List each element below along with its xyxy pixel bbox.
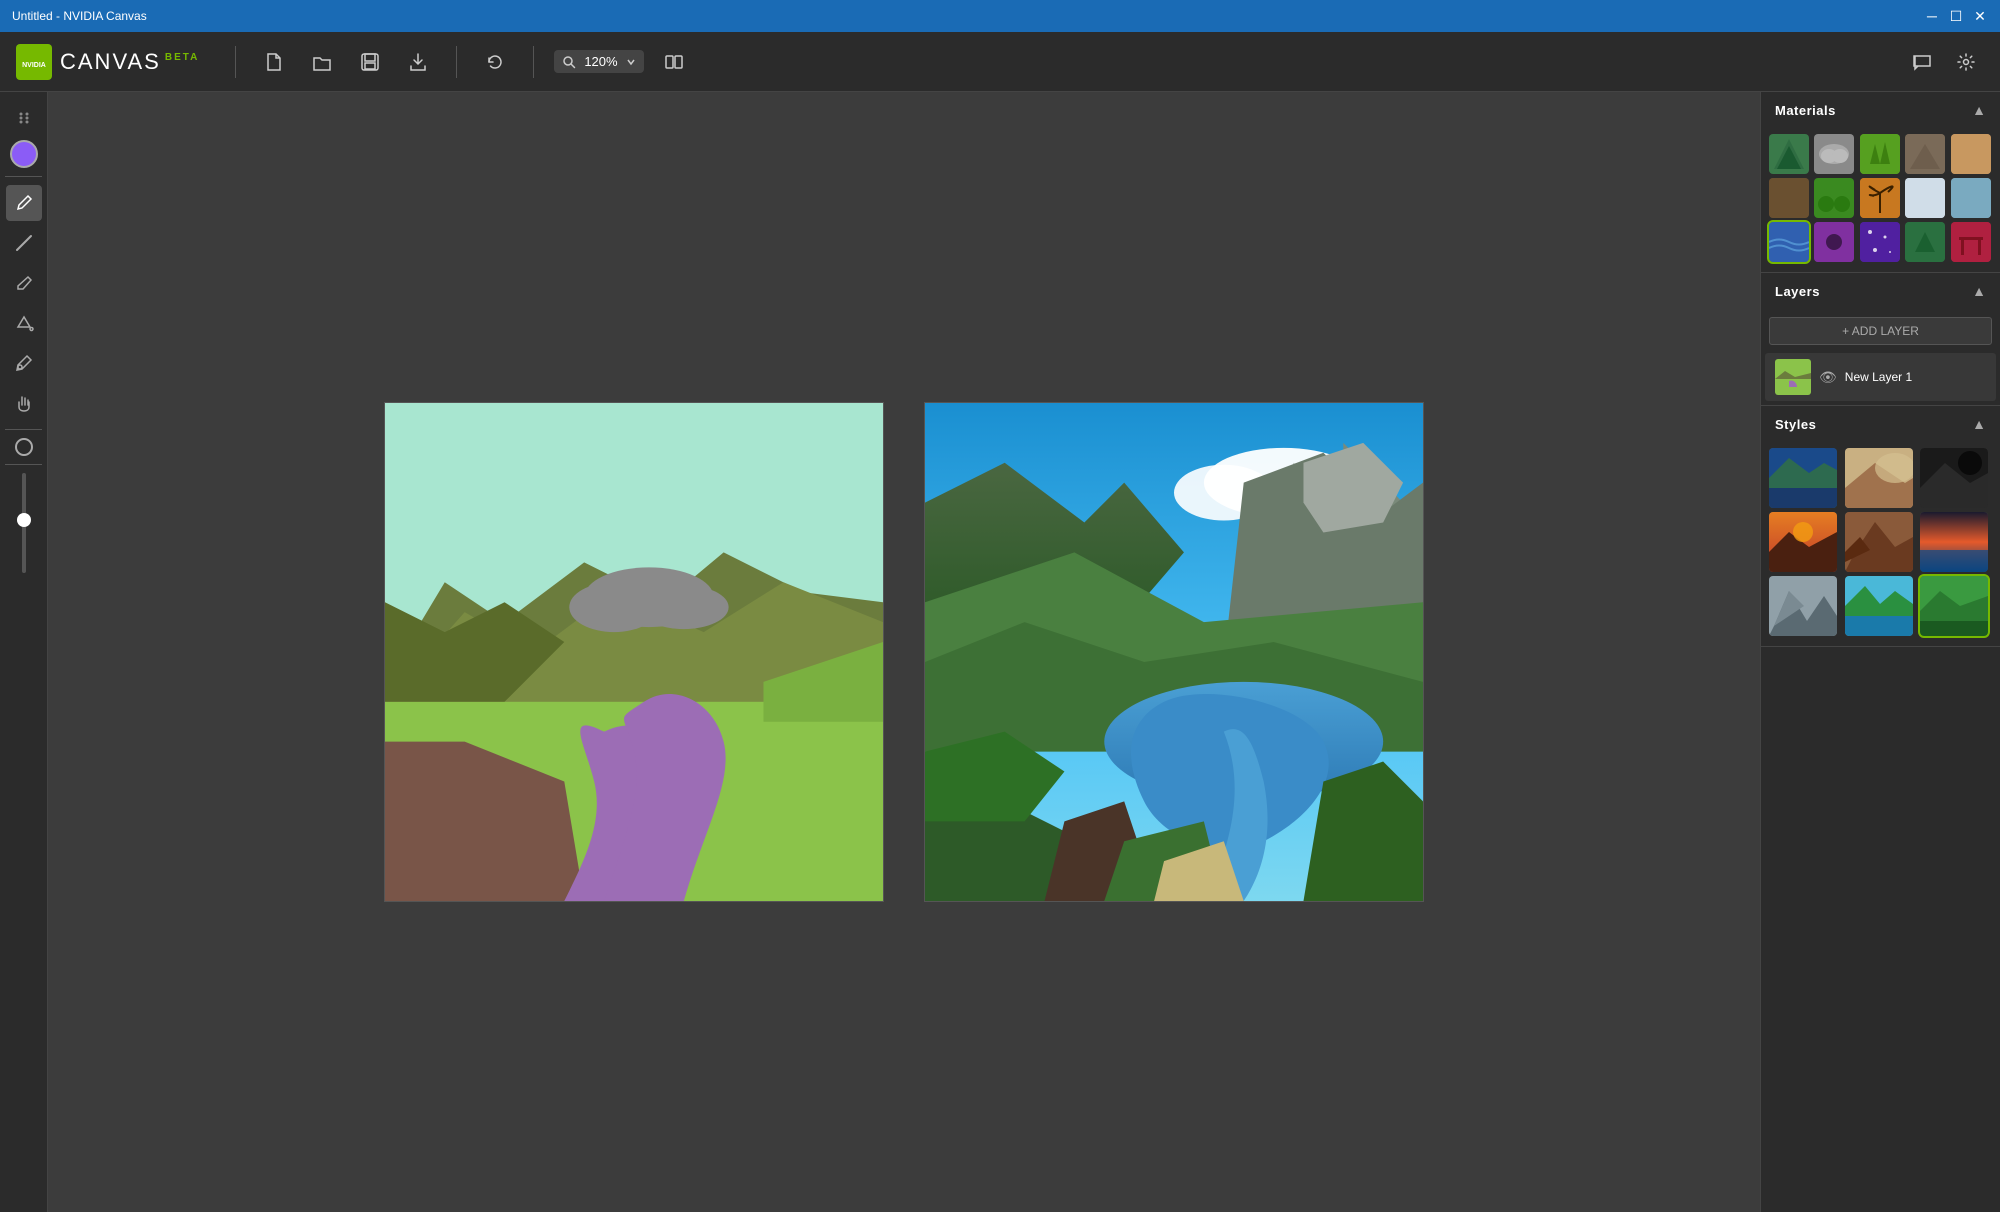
material-purple[interactable] bbox=[1814, 222, 1854, 262]
window-title: Untitled - NVIDIA Canvas bbox=[12, 9, 147, 23]
tool-separator-1 bbox=[5, 176, 43, 177]
toolbar-separator-3 bbox=[533, 46, 534, 78]
style-mountain-blue[interactable] bbox=[1769, 448, 1837, 508]
tool-separator-3 bbox=[5, 464, 43, 465]
eraser-tool-button[interactable] bbox=[6, 265, 42, 301]
material-dirt[interactable] bbox=[1769, 178, 1809, 218]
zoom-value: 120% bbox=[584, 54, 617, 69]
material-snow[interactable] bbox=[1905, 178, 1945, 218]
zoom-control[interactable]: 120% bbox=[554, 50, 643, 73]
logo-area: NVIDIA CANVASBETA bbox=[16, 44, 199, 80]
maximize-button[interactable]: ☐ bbox=[1948, 8, 1964, 24]
brush-size-slider[interactable] bbox=[22, 473, 26, 573]
materials-header[interactable]: Materials ▲ bbox=[1761, 92, 2000, 128]
layer-thumbnail bbox=[1775, 359, 1811, 395]
minimize-button[interactable]: ─ bbox=[1924, 8, 1940, 24]
material-sand[interactable] bbox=[1951, 134, 1991, 174]
undo-button[interactable] bbox=[477, 44, 513, 80]
layer-name: New Layer 1 bbox=[1845, 370, 1986, 384]
material-sparkle[interactable] bbox=[1860, 222, 1900, 262]
rendered-canvas[interactable] bbox=[924, 402, 1424, 902]
new-file-button[interactable] bbox=[256, 44, 292, 80]
styles-chevron: ▲ bbox=[1972, 416, 1986, 432]
styles-section: Styles ▲ bbox=[1761, 406, 2000, 647]
close-button[interactable]: ✕ bbox=[1972, 8, 1988, 24]
brush-size-thumb[interactable] bbox=[17, 513, 31, 527]
style-ocean-sunset[interactable] bbox=[1920, 512, 1988, 572]
right-panel: Materials ▲ bbox=[1760, 92, 2000, 1212]
styles-grid bbox=[1761, 442, 2000, 646]
feedback-button[interactable] bbox=[1904, 44, 1940, 80]
style-coastal[interactable] bbox=[1845, 576, 1913, 636]
line-tool-button[interactable] bbox=[6, 225, 42, 261]
app-title: CANVASBETA bbox=[60, 49, 199, 75]
style-dark[interactable] bbox=[1920, 448, 1988, 508]
materials-title: Materials bbox=[1775, 103, 1836, 118]
materials-grid bbox=[1761, 128, 2000, 272]
toolbar-separator-2 bbox=[456, 46, 457, 78]
left-toolbar bbox=[0, 92, 48, 1212]
material-rock[interactable] bbox=[1905, 134, 1945, 174]
styles-title: Styles bbox=[1775, 417, 1816, 432]
materials-section: Materials ▲ bbox=[1761, 92, 2000, 273]
settings-button[interactable] bbox=[1948, 44, 1984, 80]
layers-header[interactable]: Layers ▲ bbox=[1761, 273, 2000, 309]
style-grey-peaks[interactable] bbox=[1769, 576, 1837, 636]
material-torii[interactable] bbox=[1951, 222, 1991, 262]
style-desert[interactable] bbox=[1845, 448, 1913, 508]
styles-header[interactable]: Styles ▲ bbox=[1761, 406, 2000, 442]
material-bush[interactable] bbox=[1814, 178, 1854, 218]
style-sunset[interactable] bbox=[1769, 512, 1837, 572]
color-swatch[interactable] bbox=[10, 140, 38, 168]
material-grass-1[interactable] bbox=[1860, 134, 1900, 174]
style-meadow[interactable] bbox=[1920, 576, 1988, 636]
add-layer-button[interactable]: + ADD LAYER bbox=[1769, 317, 1992, 345]
material-cloud[interactable] bbox=[1814, 134, 1854, 174]
segmentation-canvas[interactable] bbox=[384, 402, 884, 902]
compare-button[interactable] bbox=[656, 44, 692, 80]
brush-size-indicator bbox=[15, 438, 33, 456]
style-red-rocks[interactable] bbox=[1845, 512, 1913, 572]
canvas-area bbox=[48, 92, 1760, 1212]
toolbar: NVIDIA CANVASBETA 120% bbox=[0, 32, 2000, 92]
save-file-button[interactable] bbox=[352, 44, 388, 80]
material-fog[interactable] bbox=[1951, 178, 1991, 218]
pan-tool-button[interactable] bbox=[6, 385, 42, 421]
brush-tool-button[interactable] bbox=[6, 185, 42, 221]
nvidia-logo: NVIDIA bbox=[16, 44, 52, 80]
materials-chevron: ▲ bbox=[1972, 102, 1986, 118]
material-shrine[interactable] bbox=[1905, 222, 1945, 262]
open-file-button[interactable] bbox=[304, 44, 340, 80]
layers-chevron: ▲ bbox=[1972, 283, 1986, 299]
fill-tool-button[interactable] bbox=[6, 305, 42, 341]
svg-text:NVIDIA: NVIDIA bbox=[22, 62, 46, 69]
material-palm[interactable] bbox=[1860, 178, 1900, 218]
material-mountain[interactable] bbox=[1769, 134, 1809, 174]
color-picker-button[interactable] bbox=[6, 345, 42, 381]
layer-item[interactable]: 👁 New Layer 1 bbox=[1765, 353, 1996, 401]
layers-title: Layers bbox=[1775, 284, 1820, 299]
window-controls: ─ ☐ ✕ bbox=[1924, 8, 1988, 24]
layer-visibility-icon[interactable]: 👁 bbox=[1819, 369, 1837, 386]
material-water[interactable] bbox=[1769, 222, 1809, 262]
toolbar-separator-1 bbox=[235, 46, 236, 78]
toolbar-right bbox=[1904, 44, 1984, 80]
drag-handle-button[interactable] bbox=[6, 100, 42, 136]
main-content: Materials ▲ bbox=[0, 92, 2000, 1212]
tool-separator-2 bbox=[5, 429, 43, 430]
export-button[interactable] bbox=[400, 44, 436, 80]
layers-section: Layers ▲ + ADD LAYER 👁 New Layer 1 bbox=[1761, 273, 2000, 406]
titlebar: Untitled - NVIDIA Canvas ─ ☐ ✕ bbox=[0, 0, 2000, 32]
